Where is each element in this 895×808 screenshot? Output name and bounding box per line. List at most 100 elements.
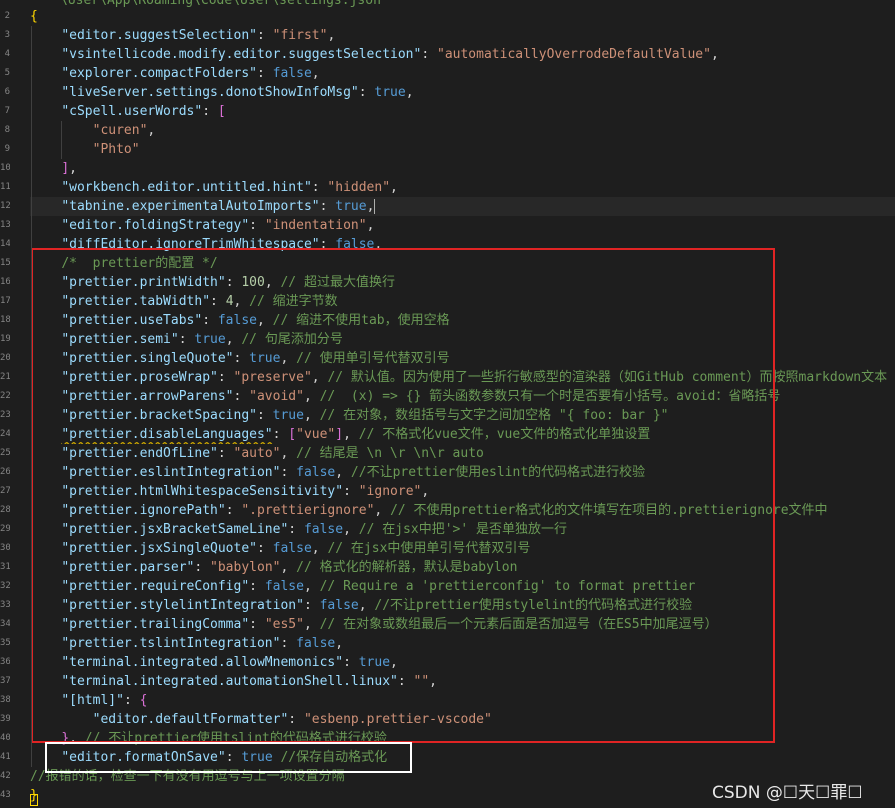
code-token: "babylon" <box>210 560 281 575</box>
csdn-watermark: CSDN @☐天☐罪☐ <box>712 783 863 803</box>
code-token: : <box>249 218 265 233</box>
code-line[interactable]: "prettier.jsxSingleQuote": false, // 在js… <box>30 539 895 558</box>
code-line[interactable]: "prettier.arrowParens": "avoid", // (x) … <box>30 387 895 406</box>
code-token: // 结尾是 \n \r \n\r auto <box>296 446 484 461</box>
code-line[interactable]: "editor.foldingStrategy": "indentation", <box>30 216 895 235</box>
code-token: false <box>319 598 359 613</box>
code-line[interactable]: "prettier.jsxBracketSameLine": false, //… <box>30 520 895 539</box>
line-number: 29 <box>0 524 10 534</box>
code-line[interactable]: "prettier.tslintIntegration": false, <box>30 634 895 653</box>
code-token: "prettier.printWidth" <box>61 275 226 290</box>
code-token: : <box>288 522 304 537</box>
code-token: "editor.foldingStrategy" <box>61 218 250 233</box>
code-token: //不让prettier使用eslint的代码格式进行校验 <box>350 465 646 480</box>
code-token: // (x) => {} 箭头函数参数只有一个时是否要有小括号。avoid：省略… <box>319 389 781 404</box>
code-line[interactable]: "prettier.bracketSpacing": true, // 在对象，… <box>30 406 895 425</box>
code-token: , <box>303 579 320 594</box>
code-line[interactable]: "prettier.ignorePath": ".prettierignore"… <box>30 501 895 520</box>
line-number: 16 <box>0 277 10 287</box>
code-line[interactable]: "tabnine.experimentalAutoImports": true, <box>30 197 895 216</box>
code-line[interactable]: "prettier.printWidth": 100, // 超过最大值换行 <box>30 273 895 292</box>
code-line[interactable]: "prettier.proseWrap": "preserve", // 默认值… <box>30 368 895 387</box>
code-token: "vue" <box>296 427 336 442</box>
code-line[interactable]: "explorer.compactFolders": false, <box>30 64 895 83</box>
code-line[interactable]: ], <box>30 159 895 178</box>
line-number: 30 <box>0 543 10 553</box>
code-line[interactable]: "Phto" <box>30 140 895 159</box>
code-line[interactable]: "prettier.disableLanguages": ["vue"], //… <box>30 425 895 444</box>
code-line[interactable]: }, // 不让prettier使用tslint的代码格式进行校验 <box>30 729 895 748</box>
line-number: 21 <box>0 372 10 382</box>
code-token: "cSpell.userWords" <box>61 104 203 119</box>
code-token: false <box>335 237 375 252</box>
code-token: , <box>374 237 383 252</box>
line-number: 7 <box>4 106 10 116</box>
code-line[interactable]: "workbench.editor.untitled.hint": "hidde… <box>30 178 895 197</box>
code-line[interactable]: "vsintellicode.modify.editor.suggestSele… <box>30 45 895 64</box>
code-line[interactable]: "prettier.stylelintIntegration": false, … <box>30 596 895 615</box>
code-token: 100 <box>241 275 265 290</box>
code-token: true <box>358 655 391 670</box>
code-line[interactable]: "curen", <box>30 121 895 140</box>
code-line[interactable]: "editor.suggestSelection": "first", <box>30 26 895 45</box>
code-token: , <box>429 674 437 689</box>
line-number: 12 <box>0 201 10 211</box>
code-line[interactable]: "prettier.htmlWhitespaceSensitivity": "i… <box>30 482 895 501</box>
code-token: // 格式化的解析器，默认是babylon <box>296 560 518 575</box>
code-line[interactable]: "editor.defaultFormatter": "esbenp.prett… <box>30 710 895 729</box>
code-line[interactable]: "prettier.useTabs": false, // 缩进不使用tab，使… <box>30 311 895 330</box>
code-token: : <box>319 237 336 252</box>
line-number: 4 <box>4 49 10 59</box>
code-line[interactable]: "diffEditor.ignoreTrimWhitespace": false… <box>30 235 895 254</box>
code-token: "editor.suggestSelection" <box>61 28 257 43</box>
line-number: 17 <box>0 296 10 306</box>
code-token: : <box>233 389 250 404</box>
code-line[interactable]: "liveServer.settings.donotShowInfoMsg": … <box>30 83 895 102</box>
line-number: 13 <box>0 220 10 230</box>
line-number: 19 <box>0 334 10 344</box>
code-line[interactable]: "prettier.tabWidth": 4, // 缩进字节数 <box>30 292 895 311</box>
code-line[interactable]: "prettier.eslintIntegration": false, //不… <box>30 463 895 482</box>
code-token: // 使用单引号代替双引号 <box>296 351 450 366</box>
line-number: 37 <box>0 676 10 686</box>
code-token: : <box>194 560 211 575</box>
code-line[interactable]: "prettier.trailingComma": "es5", // 在对象或… <box>30 615 895 634</box>
code-line[interactable]: "editor.formatOnSave": true //保存自动格式化 <box>30 748 895 767</box>
code-line[interactable]: "terminal.integrated.allowMnemonics": tr… <box>30 653 895 672</box>
code-line[interactable]: "terminal.integrated.automationShell.lin… <box>30 672 895 691</box>
code-line[interactable]: "prettier.parser": "babylon", // 格式化的解析器… <box>30 558 895 577</box>
code-token: : <box>358 85 375 100</box>
code-token: "liveServer.settings.donotShowInfoMsg" <box>61 85 359 100</box>
code-token: "prettier.stylelintIntegration" <box>61 598 304 613</box>
code-token: : <box>343 655 359 670</box>
code-token: "prettier.semi" <box>61 332 179 347</box>
code-token: "prettier.tabWidth" <box>61 294 211 309</box>
code-token: true <box>194 332 226 347</box>
code-line[interactable]: "prettier.singleQuote": true, // 使用单引号代替… <box>30 349 895 368</box>
line-number: 9 <box>4 144 10 154</box>
code-token: : <box>202 313 218 328</box>
code-line[interactable]: "[html]": { <box>30 691 895 710</box>
code-line[interactable]: "prettier.requireConfig": false, // Requ… <box>30 577 895 596</box>
code-line[interactable]: /* prettier的配置 */ <box>30 254 895 273</box>
code-token: "automaticallyOverrodeDefaultValue" <box>437 47 711 62</box>
code-token: , <box>233 294 250 309</box>
code-token: // 在jsx中把'>' 是否单独放一行 <box>358 522 568 537</box>
code-line[interactable]: "prettier.endOfLine": "auto", // 结尾是 \n … <box>30 444 895 463</box>
code-editor[interactable]: { "editor.suggestSelection": "first", "v… <box>0 0 895 808</box>
code-token: "esbenp.prettier-vscode" <box>303 712 492 727</box>
code-token: true <box>272 408 304 423</box>
code-token: ] <box>61 161 70 176</box>
code-line[interactable]: "cSpell.userWords": [ <box>30 102 895 121</box>
code-line[interactable]: "prettier.semi": true, // 句尾添加分号 <box>30 330 895 349</box>
